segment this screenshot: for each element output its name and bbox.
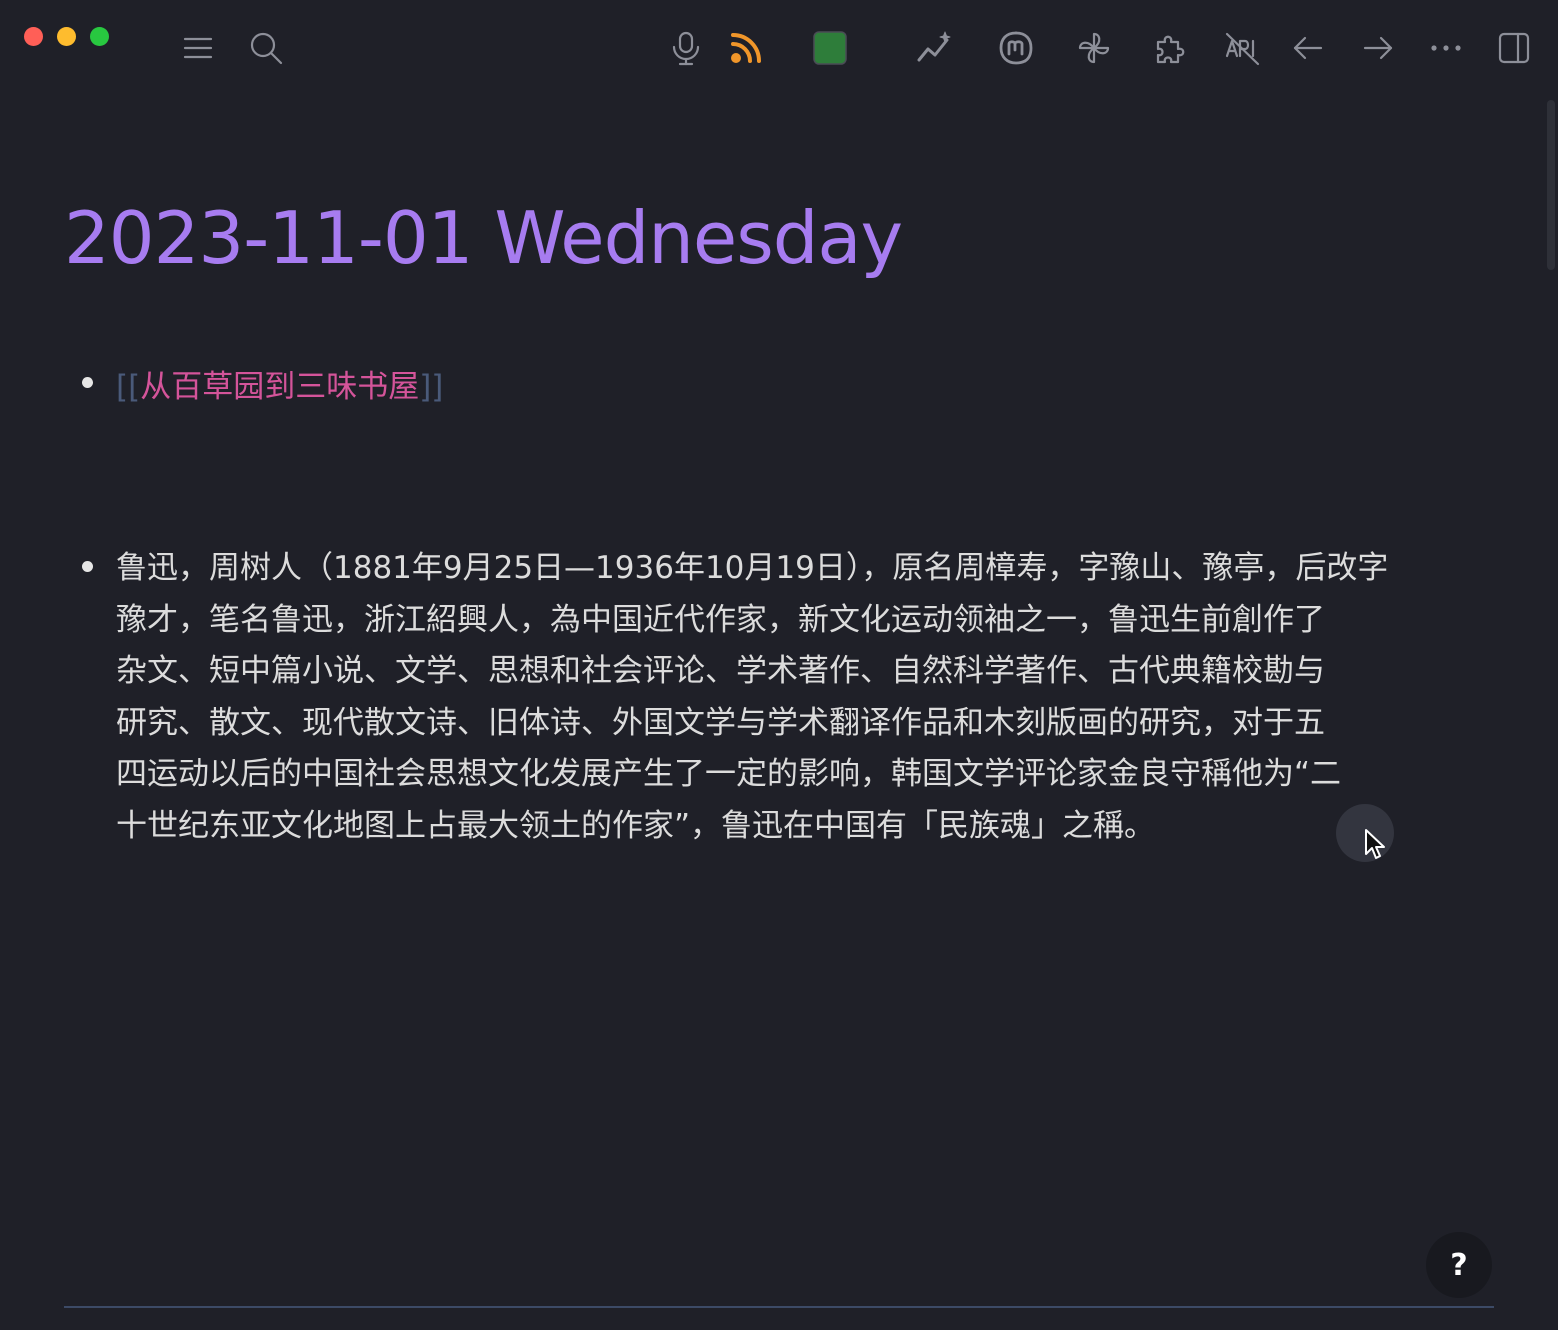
api-off-icon[interactable]	[1220, 26, 1264, 70]
mouse-pointer-icon	[1365, 829, 1385, 859]
green-square-icon[interactable]	[808, 26, 852, 70]
close-window-button[interactable]	[24, 27, 43, 46]
arrow-right-icon[interactable]	[1356, 26, 1400, 70]
help-button[interactable]: ?	[1426, 1232, 1492, 1298]
arrow-left-icon[interactable]	[1286, 26, 1330, 70]
pinwheel-icon[interactable]	[1072, 26, 1116, 70]
title-bar	[0, 0, 1558, 96]
internal-link[interactable]: 从百草园到三味书屋	[140, 369, 419, 405]
paragraph-line: 十世纪东亚文化地图上占最大领土的作家”，鲁迅在中国有「民族魂」之稱。	[116, 807, 1156, 844]
more-icon[interactable]	[1424, 26, 1468, 70]
maximize-window-button[interactable]	[90, 27, 109, 46]
mastodon-icon[interactable]	[994, 26, 1038, 70]
search-icon[interactable]	[244, 26, 288, 70]
bullet-icon	[82, 561, 93, 572]
paragraph-line: 四运动以后的中国社会思想文化发展产生了一定的影响，韩国文学评论家金良守稱他为“二	[116, 756, 1342, 793]
sparkle-chart-icon[interactable]	[912, 26, 956, 70]
puzzle-icon[interactable]	[1148, 26, 1192, 70]
link-close-bracket: ]]	[419, 369, 444, 405]
bullet-icon	[82, 377, 93, 388]
link-open-bracket: [[	[116, 369, 141, 405]
app-window: 2023-11-01 Wednesday [[从百草园到三味书屋]] 鲁迅，周树…	[0, 0, 1558, 1330]
microphone-icon[interactable]	[664, 26, 708, 70]
paragraph: 鲁迅，周树人（1881年9月25日—1936年10月19日），原名周樟寿，字豫山…	[116, 543, 1496, 853]
divider	[64, 1306, 1494, 1308]
minimize-window-button[interactable]	[57, 27, 76, 46]
paragraph-line: 研究、散文、现代散文诗、旧体诗、外国文学与学术翻译作品和木刻版画的研究，对于五	[116, 704, 1325, 741]
menu-icon[interactable]	[176, 26, 220, 70]
paragraph-line: 鲁迅，周树人（1881年9月25日—1936年10月19日），原名周樟寿，字豫山…	[116, 550, 1389, 586]
sidebar-toggle-icon[interactable]	[1492, 26, 1536, 70]
scrollbar[interactable]	[1547, 100, 1555, 270]
paragraph-line: 豫才，笔名鲁迅，浙江紹興人，為中国近代作家，新文化运动领袖之一，鲁迅生前創作了	[116, 601, 1325, 638]
list-item: [[从百草园到三味书屋]]	[116, 361, 443, 406]
note-title: 2023-11-01 Wednesday	[64, 196, 903, 280]
paragraph-line: 杂文、短中篇小说、文学、思想和社会评论、学术著作、自然科学著作、古代典籍校勘与	[116, 653, 1325, 690]
rss-icon[interactable]	[724, 26, 768, 70]
